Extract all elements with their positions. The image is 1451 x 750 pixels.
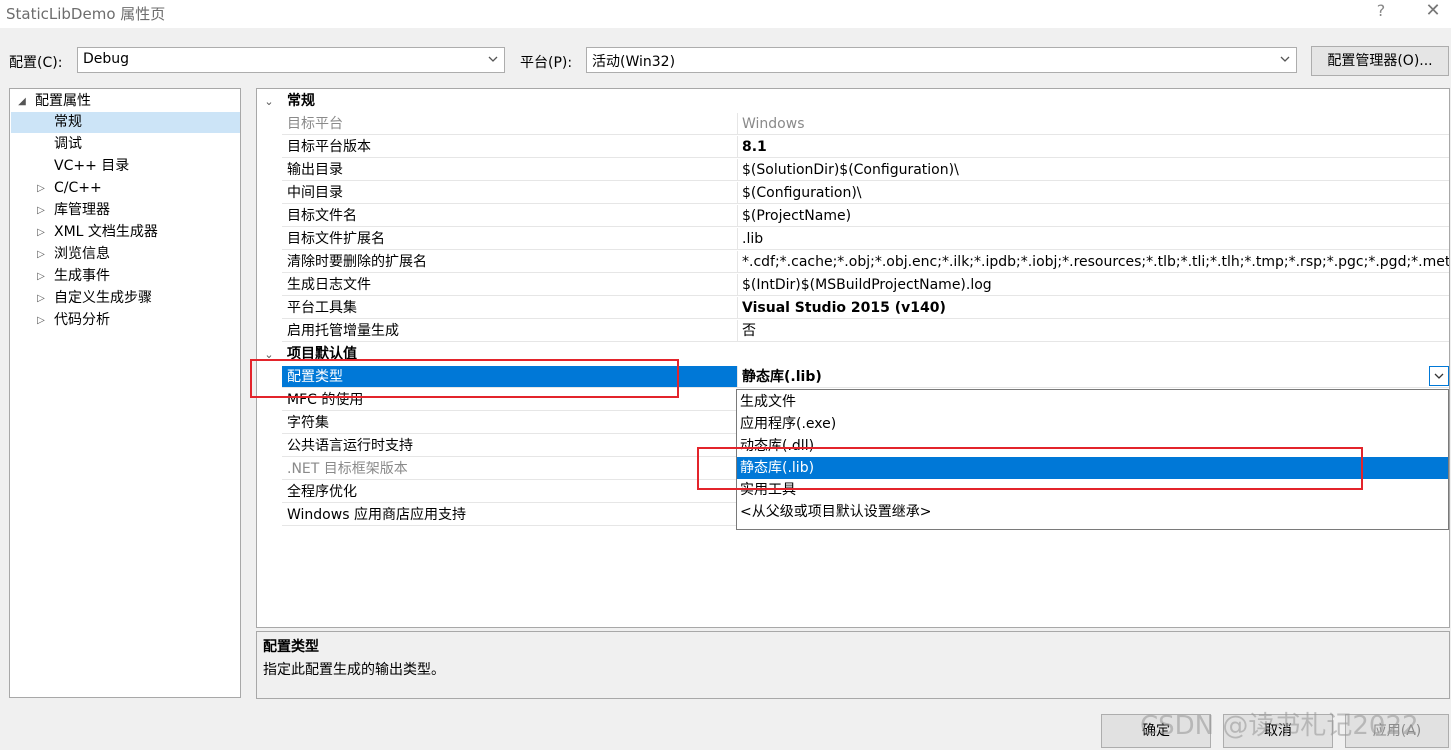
property-name: 启用托管增量生成: [282, 320, 737, 342]
property-row[interactable]: 生成日志文件 $(IntDir)$(MSBuildProjectName).lo…: [257, 274, 1449, 297]
description-title: 配置类型: [263, 639, 319, 655]
collapsed-triangle-icon[interactable]: ▷: [35, 222, 47, 243]
dropdown-option[interactable]: <从父级或项目默认设置继承>: [737, 501, 1448, 523]
platform-value: 活动(Win32): [592, 54, 676, 70]
property-name: 字符集: [282, 412, 737, 434]
tree-item-vc-directories[interactable]: VC++ 目录: [54, 156, 129, 177]
dropdown-option[interactable]: 生成文件: [737, 391, 1448, 413]
property-value: 静态库(.lib): [737, 366, 1449, 388]
property-name: 公共语言运行时支持: [282, 435, 737, 457]
property-value: 8.1: [737, 136, 1449, 158]
expanded-triangle-icon[interactable]: ◢: [16, 91, 28, 112]
config-manager-button[interactable]: 配置管理器(O)...: [1311, 46, 1449, 76]
chevron-down-icon: [488, 56, 498, 62]
property-row[interactable]: 输出目录 $(SolutionDir)$(Configuration)\: [257, 159, 1449, 182]
property-value: $(ProjectName): [737, 205, 1449, 227]
window-title: StaticLibDemo 属性页: [6, 5, 166, 23]
property-row[interactable]: 清除时要删除的扩展名 *.cdf;*.cache;*.obj;*.obj.enc…: [257, 251, 1449, 274]
collapsed-triangle-icon[interactable]: ▷: [35, 200, 47, 221]
collapsed-triangle-icon[interactable]: ▷: [35, 178, 47, 199]
property-name: 平台工具集: [282, 297, 737, 319]
help-button[interactable]: ?: [1370, 1, 1392, 23]
collapsed-triangle-icon[interactable]: ▷: [35, 244, 47, 265]
property-row[interactable]: 启用托管增量生成 否: [257, 320, 1449, 343]
config-label: 配置(C):: [9, 55, 63, 71]
highlight-box: [250, 359, 679, 398]
property-name: 目标文件扩展名: [282, 228, 737, 250]
property-name: .NET 目标框架版本: [282, 458, 737, 480]
property-name: 中间目录: [282, 182, 737, 204]
property-value: .lib: [737, 228, 1449, 250]
property-row[interactable]: 目标文件名 $(ProjectName): [257, 205, 1449, 228]
property-name: 清除时要删除的扩展名: [282, 251, 737, 273]
property-value: Visual Studio 2015 (v140): [737, 297, 1449, 319]
property-row[interactable]: 目标平台版本 8.1: [257, 136, 1449, 159]
property-name: 全程序优化: [282, 481, 737, 503]
description-text: 指定此配置生成的输出类型。: [263, 662, 445, 678]
chevron-down-icon: [1280, 56, 1290, 62]
property-name: 生成日志文件: [282, 274, 737, 296]
property-name: 目标文件名: [282, 205, 737, 227]
property-name: 输出目录: [282, 159, 737, 181]
collapsed-triangle-icon[interactable]: ▷: [35, 266, 47, 287]
description-panel: 配置类型 指定此配置生成的输出类型。: [256, 631, 1450, 699]
property-grid: ⌄ 常规 目标平台 Windows 目标平台版本 8.1 输出目录 $(Solu…: [256, 88, 1450, 628]
watermark: CSDN @读书札记2022: [1140, 711, 1419, 741]
property-value: $(Configuration)\: [737, 182, 1449, 204]
property-row[interactable]: 中间目录 $(Configuration)\: [257, 182, 1449, 205]
config-value: Debug: [83, 51, 130, 67]
dropdown-option[interactable]: 应用程序(.exe): [737, 413, 1448, 435]
property-value: 否: [737, 320, 1449, 342]
dropdown-toggle-button[interactable]: [1429, 366, 1449, 386]
title-bar: StaticLibDemo 属性页 ? ✕: [0, 0, 1451, 28]
property-name: 目标平台: [282, 113, 737, 135]
collapsed-triangle-icon[interactable]: ▷: [35, 310, 47, 331]
property-row[interactable]: 目标文件扩展名 .lib: [257, 228, 1449, 251]
tree-item-debugging[interactable]: 调试: [54, 134, 82, 155]
property-value: $(IntDir)$(MSBuildProjectName).log: [737, 274, 1449, 296]
property-row[interactable]: 目标平台 Windows: [257, 113, 1449, 136]
config-select[interactable]: Debug: [77, 47, 505, 73]
highlight-box: [697, 447, 1363, 490]
close-button[interactable]: ✕: [1418, 0, 1448, 24]
platform-select[interactable]: 活动(Win32): [586, 47, 1297, 73]
category-general[interactable]: ⌄ 常规: [257, 90, 1449, 113]
tree-item-general[interactable]: 常规: [11, 112, 240, 133]
property-tree: ◢ 配置属性 常规 调试 VC++ 目录 ▷ C/C++ ▷ 库管理器 ▷ XM…: [9, 88, 241, 698]
property-name: Windows 应用商店应用支持: [282, 504, 737, 526]
property-value: Windows: [737, 113, 1449, 135]
collapsed-triangle-icon[interactable]: ▷: [35, 288, 47, 309]
property-value: $(SolutionDir)$(Configuration)\: [737, 159, 1449, 181]
chevron-down-icon[interactable]: ⌄: [261, 90, 277, 113]
chevron-down-icon: [1434, 373, 1444, 379]
property-row[interactable]: 平台工具集 Visual Studio 2015 (v140): [257, 297, 1449, 320]
property-value: *.cdf;*.cache;*.obj;*.obj.enc;*.ilk;*.ip…: [737, 251, 1449, 273]
platform-label: 平台(P):: [520, 55, 573, 71]
property-name: 目标平台版本: [282, 136, 737, 158]
